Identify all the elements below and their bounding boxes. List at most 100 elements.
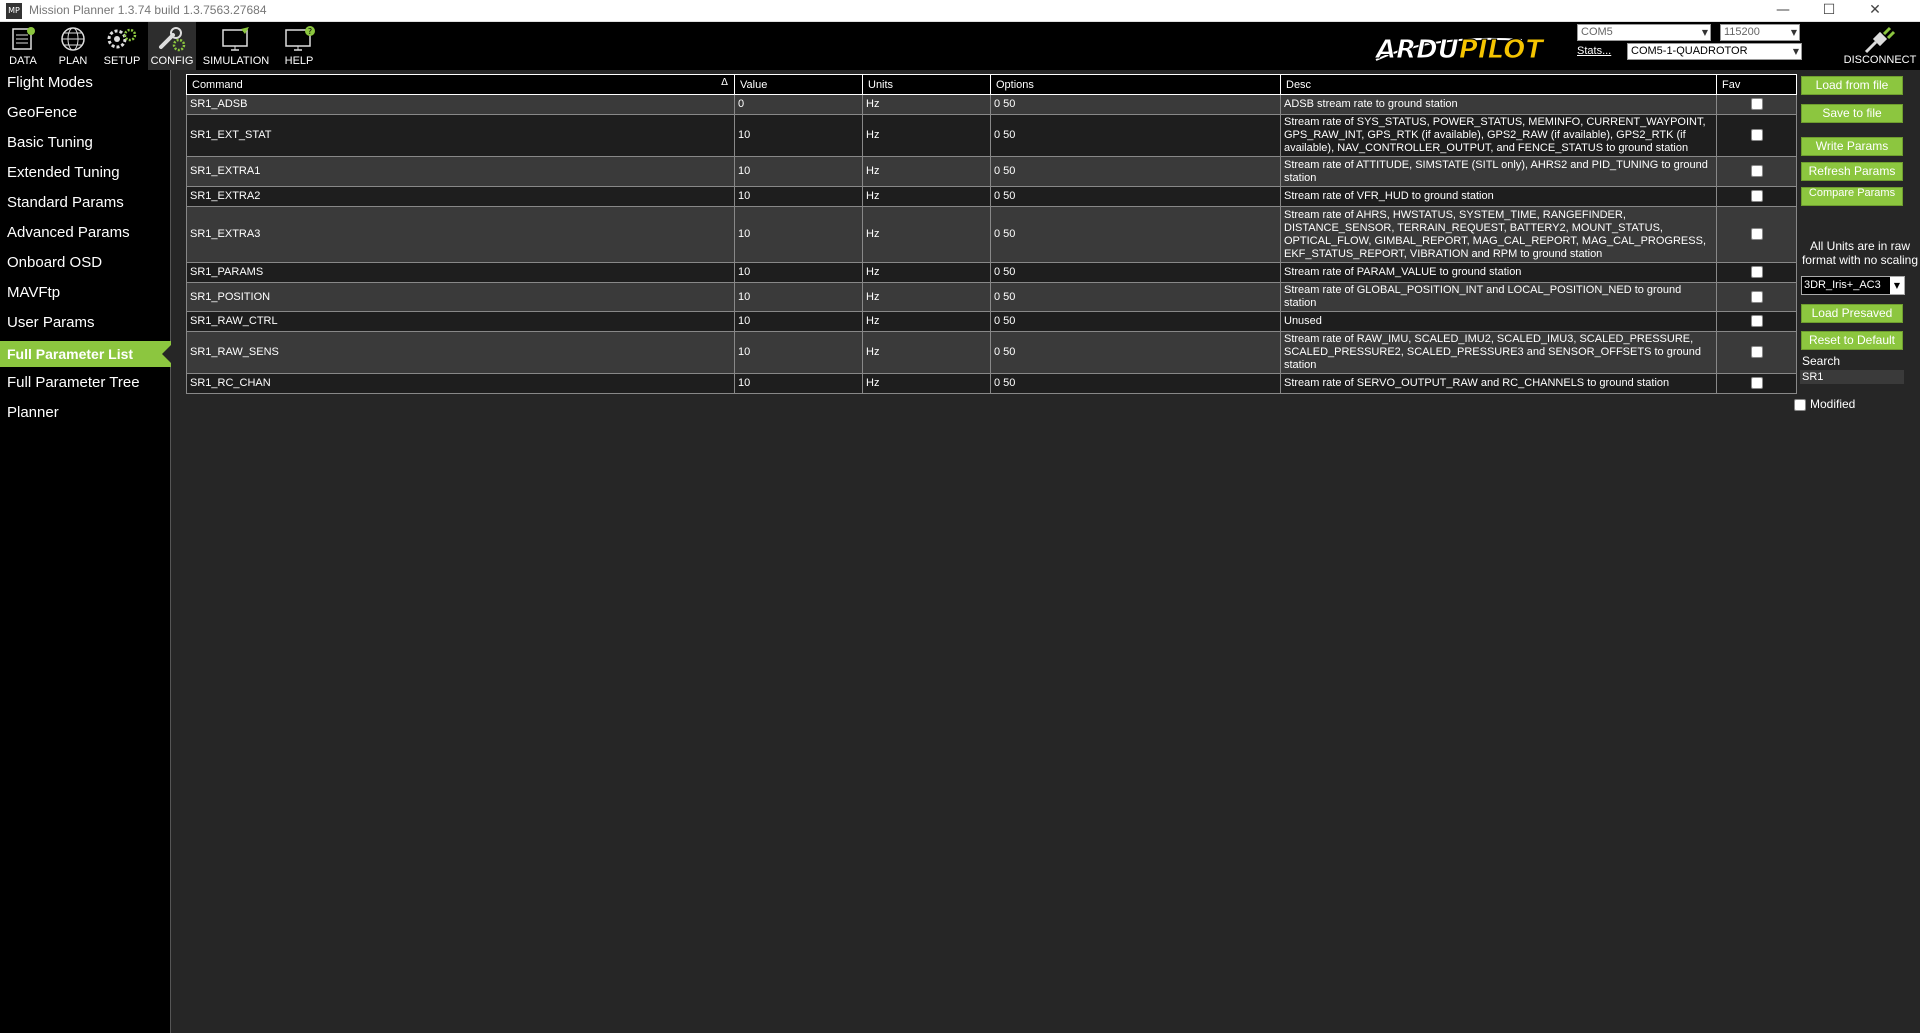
- table-row[interactable]: SR1_POSITION 10 Hz 0 50 Stream rate of G…: [186, 282, 1797, 312]
- load-presaved-button[interactable]: Load Presaved: [1801, 304, 1903, 323]
- sidebar-item-standard-params[interactable]: Standard Params: [0, 190, 171, 216]
- stats-link[interactable]: Stats...: [1577, 45, 1611, 57]
- units-note: All Units are in raw format with no scal…: [1800, 239, 1920, 267]
- table-row[interactable]: SR1_ADSB 0 Hz 0 50 ADSB stream rate to g…: [186, 94, 1797, 115]
- fav-checkbox[interactable]: [1750, 129, 1763, 142]
- modified-filter[interactable]: Modified: [1794, 397, 1855, 411]
- cell-units: Hz: [862, 262, 991, 283]
- fav-checkbox[interactable]: [1750, 228, 1763, 241]
- column-header-units[interactable]: Units: [862, 74, 991, 95]
- modified-checkbox[interactable]: [1794, 398, 1806, 411]
- cell-command: SR1_ADSB: [186, 94, 735, 115]
- sidebar-item-advanced-params[interactable]: Advanced Params: [0, 220, 171, 246]
- toolbar-config-label: CONFIG: [150, 55, 194, 67]
- toolbar-simulation-button[interactable]: SIMULATION: [200, 22, 272, 70]
- disconnect-button[interactable]: DISCONNECT: [1840, 24, 1920, 70]
- sidebar-item-flight-modes[interactable]: Flight Modes: [0, 70, 171, 96]
- toolbar-help-button[interactable]: ? HELP: [276, 22, 322, 70]
- cell-value[interactable]: 0: [734, 94, 863, 115]
- sidebar-item-geofence[interactable]: GeoFence: [0, 100, 171, 126]
- baud-select[interactable]: 115200 ▼: [1720, 24, 1800, 41]
- wrench-icon: [159, 27, 186, 52]
- sidebar-item-onboard-osd[interactable]: Onboard OSD: [0, 250, 171, 276]
- toolbar-plan-button[interactable]: PLAN: [52, 22, 94, 70]
- cell-fav: [1716, 94, 1797, 115]
- cell-options: 0 50: [990, 282, 1281, 312]
- cell-value[interactable]: 10: [734, 311, 863, 332]
- search-input[interactable]: [1800, 370, 1904, 384]
- refresh-params-button[interactable]: Refresh Params: [1801, 162, 1903, 181]
- fav-checkbox[interactable]: [1750, 346, 1763, 359]
- cell-value[interactable]: 10: [734, 282, 863, 312]
- table-row[interactable]: SR1_EXTRA3 10 Hz 0 50 Stream rate of AHR…: [186, 206, 1797, 263]
- cell-value[interactable]: 10: [734, 156, 863, 187]
- connection-select[interactable]: COM5-1-QUADROTOR ▼: [1627, 43, 1802, 60]
- port-select-value: COM5: [1581, 26, 1613, 38]
- table-row[interactable]: SR1_RAW_SENS 10 Hz 0 50 Stream rate of R…: [186, 331, 1797, 374]
- toolbar-data-button[interactable]: DATA: [2, 22, 44, 70]
- cell-value[interactable]: 10: [734, 186, 863, 207]
- cell-units: Hz: [862, 186, 991, 207]
- cell-value[interactable]: 10: [734, 114, 863, 157]
- cell-desc: Stream rate of PARAM_VALUE to ground sta…: [1280, 262, 1717, 283]
- fav-checkbox[interactable]: [1750, 190, 1763, 203]
- sidebar-item-planner[interactable]: Planner: [0, 400, 171, 426]
- window-title: Mission Planner 1.3.74 build 1.3.7563.27…: [29, 3, 267, 17]
- sidebar-item-full-parameter-tree[interactable]: Full Parameter Tree: [0, 370, 171, 396]
- load-from-file-button[interactable]: Load from file: [1801, 76, 1903, 95]
- save-to-file-button[interactable]: Save to file: [1801, 104, 1903, 123]
- toolbar-setup-button[interactable]: SETUP: [100, 22, 144, 70]
- cell-command: SR1_PARAMS: [186, 262, 735, 283]
- units-note-line2: format with no scaling: [1801, 253, 1919, 267]
- table-row[interactable]: SR1_PARAMS 10 Hz 0 50 Stream rate of PAR…: [186, 262, 1797, 283]
- logo-text-pilot: PILOT: [1459, 35, 1545, 65]
- sidebar-item-user-params[interactable]: User Params: [0, 310, 171, 336]
- column-header-options[interactable]: Options: [990, 74, 1281, 95]
- baud-select-value: 115200: [1724, 26, 1760, 38]
- toolbar-plan-label: PLAN: [58, 55, 88, 67]
- column-header-desc[interactable]: Desc: [1280, 74, 1717, 95]
- cell-value[interactable]: 10: [734, 206, 863, 263]
- sidebar-item-full-parameter-list[interactable]: Full Parameter List: [0, 341, 171, 367]
- maximize-button[interactable]: ☐: [1806, 0, 1852, 22]
- table-row[interactable]: SR1_EXTRA2 10 Hz 0 50 Stream rate of VFR…: [186, 186, 1797, 207]
- cell-desc: Stream rate of RAW_IMU, SCALED_IMU2, SCA…: [1280, 331, 1717, 374]
- minimize-button[interactable]: —: [1760, 0, 1806, 22]
- fav-checkbox[interactable]: [1750, 315, 1763, 328]
- sidebar-item-mavftp[interactable]: MAVFtp: [0, 280, 171, 306]
- sidebar-item-basic-tuning[interactable]: Basic Tuning: [0, 130, 171, 156]
- column-header-fav[interactable]: Fav: [1716, 74, 1797, 95]
- table-row[interactable]: SR1_EXTRA1 10 Hz 0 50 Stream rate of ATT…: [186, 156, 1797, 187]
- cell-value[interactable]: 10: [734, 373, 863, 394]
- cell-desc: Stream rate of GLOBAL_POSITION_INT and L…: [1280, 282, 1717, 312]
- table-row[interactable]: SR1_EXT_STAT 10 Hz 0 50 Stream rate of S…: [186, 114, 1797, 157]
- fav-checkbox[interactable]: [1750, 165, 1763, 178]
- globe-icon: [61, 27, 85, 51]
- cell-command: SR1_EXTRA3: [186, 206, 735, 263]
- mission-planner-window: MP Mission Planner 1.3.74 build 1.3.7563…: [0, 0, 1920, 1033]
- logo-text-ardu: ARDU: [1374, 35, 1459, 65]
- cell-units: Hz: [862, 373, 991, 394]
- column-header-command[interactable]: Command Δ: [186, 74, 735, 95]
- table-row[interactable]: SR1_RAW_CTRL 10 Hz 0 50 Unused: [186, 311, 1797, 332]
- cell-units: Hz: [862, 94, 991, 115]
- compare-params-button[interactable]: Compare Params: [1801, 187, 1903, 206]
- port-select[interactable]: COM5 ▼: [1577, 24, 1711, 41]
- gears-icon: [107, 28, 137, 49]
- param-preset-select[interactable]: 3DR_Iris+_AC3 ▼: [1801, 276, 1905, 295]
- cell-value[interactable]: 10: [734, 331, 863, 374]
- fav-checkbox[interactable]: [1750, 98, 1763, 111]
- fav-checkbox[interactable]: [1750, 290, 1763, 303]
- cell-value[interactable]: 10: [734, 262, 863, 283]
- fav-checkbox[interactable]: [1750, 377, 1763, 390]
- reset-to-default-button[interactable]: Reset to Default: [1801, 331, 1903, 350]
- fav-checkbox[interactable]: [1750, 266, 1763, 279]
- column-header-value[interactable]: Value: [734, 74, 863, 95]
- write-params-button[interactable]: Write Params: [1801, 137, 1903, 156]
- sidebar-item-extended-tuning[interactable]: Extended Tuning: [0, 160, 171, 186]
- close-button[interactable]: ✕: [1852, 0, 1898, 22]
- cell-options: 0 50: [990, 206, 1281, 263]
- toolbar-config-button[interactable]: CONFIG: [148, 22, 196, 70]
- cell-options: 0 50: [990, 156, 1281, 187]
- table-row[interactable]: SR1_RC_CHAN 10 Hz 0 50 Stream rate of SE…: [186, 373, 1797, 394]
